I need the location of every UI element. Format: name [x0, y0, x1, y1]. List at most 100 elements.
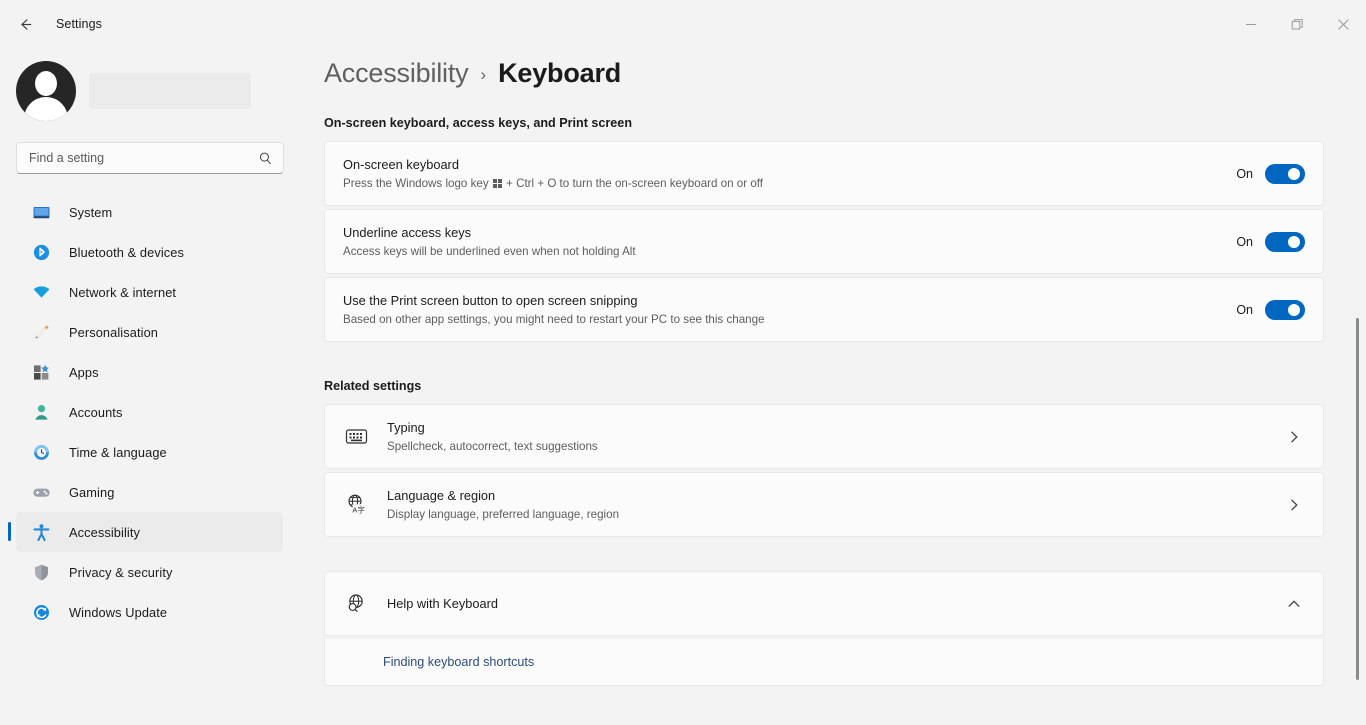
- setting-row-underline-access-keys: Underline access keys Access keys will b…: [324, 209, 1324, 274]
- close-icon: [1337, 18, 1350, 31]
- setting-description: Based on other app settings, you might n…: [343, 312, 1236, 327]
- gamepad-icon: [30, 481, 52, 503]
- sidebar-item-accounts[interactable]: Accounts: [16, 392, 283, 432]
- sidebar-item-system[interactable]: System: [16, 192, 283, 232]
- toggle-state-label: On: [1236, 167, 1253, 181]
- setting-texts: Underline access keys Access keys will b…: [343, 224, 1236, 259]
- setting-title: Underline access keys: [343, 224, 1236, 241]
- breadcrumb: Accessibility › Keyboard: [316, 48, 1366, 89]
- underline-access-keys-toggle[interactable]: [1265, 232, 1305, 252]
- related-description: Spellcheck, autocorrect, text suggestion…: [387, 439, 1283, 454]
- search-icon: [258, 151, 273, 166]
- setting-row-print-screen-snipping: Use the Print screen button to open scre…: [324, 277, 1324, 342]
- accessibility-icon: [30, 521, 52, 543]
- windows-logo-key-icon: [493, 179, 502, 188]
- breadcrumb-parent[interactable]: Accessibility: [324, 58, 468, 89]
- related-texts: Language & region Display language, pref…: [387, 487, 1283, 522]
- keyboard-icon: [339, 420, 373, 454]
- help-link-label[interactable]: Finding keyboard shortcuts: [383, 655, 534, 669]
- sidebar-item-label: Network & internet: [69, 285, 176, 300]
- bluetooth-icon: [30, 241, 52, 263]
- profile-section[interactable]: [0, 48, 316, 124]
- sidebar-item-label: Bluetooth & devices: [69, 245, 184, 260]
- related-title: Language & region: [387, 487, 1283, 504]
- page-title: Keyboard: [498, 58, 621, 89]
- svg-text:字: 字: [357, 506, 364, 515]
- setting-description-before: Press the Windows logo key: [343, 177, 492, 190]
- chevron-right-icon: [1283, 430, 1305, 444]
- update-icon: [30, 601, 52, 623]
- setting-row-on-screen-keyboard: On-screen keyboard Press the Windows log…: [324, 141, 1324, 206]
- section-heading-onscreen-keyboard: On-screen keyboard, access keys, and Pri…: [324, 116, 1366, 130]
- profile-name-redacted: [89, 73, 251, 109]
- search-input[interactable]: [29, 151, 258, 165]
- minimize-icon: [1245, 18, 1257, 30]
- restore-icon: [1291, 18, 1304, 31]
- settings-window: Settings: [0, 0, 1366, 725]
- setting-texts: Use the Print screen button to open scre…: [343, 292, 1236, 327]
- sidebar-item-label: Gaming: [69, 485, 114, 500]
- sidebar: System Bluetooth & devices Network: [0, 48, 316, 725]
- language-icon: A 字: [339, 488, 373, 522]
- sidebar-item-label: System: [69, 205, 112, 220]
- sidebar-item-privacy-security[interactable]: Privacy & security: [16, 552, 283, 592]
- chevron-up-icon: [1283, 598, 1305, 610]
- toggle-state-label: On: [1236, 235, 1253, 249]
- toggle-group: On: [1236, 232, 1305, 252]
- person-icon: [30, 401, 52, 423]
- setting-description: Press the Windows logo key + Ctrl + O to…: [343, 176, 1236, 191]
- wifi-icon: [30, 281, 52, 303]
- title-bar: Settings: [0, 0, 1366, 48]
- brush-icon: [30, 321, 52, 343]
- window-title: Settings: [56, 17, 102, 31]
- monitor-icon: [30, 201, 52, 223]
- sidebar-item-label: Windows Update: [69, 605, 167, 620]
- help-link-row[interactable]: Finding keyboard shortcuts: [324, 639, 1324, 686]
- help-texts: Help with Keyboard: [387, 595, 1283, 612]
- setting-title: On-screen keyboard: [343, 156, 1236, 173]
- sidebar-item-windows-update[interactable]: Windows Update: [16, 592, 283, 632]
- sidebar-item-time-language[interactable]: Time & language: [16, 432, 283, 472]
- restore-button[interactable]: [1274, 0, 1320, 48]
- setting-description: Access keys will be underlined even when…: [343, 244, 1236, 259]
- breadcrumb-separator: ›: [480, 65, 486, 85]
- sidebar-item-gaming[interactable]: Gaming: [16, 472, 283, 512]
- related-texts: Typing Spellcheck, autocorrect, text sug…: [387, 419, 1283, 454]
- toggle-group: On: [1236, 300, 1305, 320]
- clock-icon: [30, 441, 52, 463]
- related-row-language-region[interactable]: A 字 Language & region Display language, …: [324, 472, 1324, 537]
- apps-icon: [30, 361, 52, 383]
- window-controls: [1228, 0, 1366, 48]
- sidebar-item-label: Apps: [69, 365, 99, 380]
- sidebar-item-personalisation[interactable]: Personalisation: [16, 312, 283, 352]
- content-scrollbar[interactable]: [1356, 318, 1359, 680]
- toggle-state-label: On: [1236, 303, 1253, 317]
- setting-description-after: + Ctrl + O to turn the on-screen keyboar…: [503, 177, 763, 190]
- main-content: Accessibility › Keyboard On-screen keybo…: [316, 48, 1366, 725]
- sidebar-item-bluetooth-devices[interactable]: Bluetooth & devices: [16, 232, 283, 272]
- sidebar-item-label: Privacy & security: [69, 565, 173, 580]
- on-screen-keyboard-toggle[interactable]: [1265, 164, 1305, 184]
- sidebar-item-label: Accessibility: [69, 525, 140, 540]
- sidebar-item-apps[interactable]: Apps: [16, 352, 283, 392]
- help-globe-icon: [339, 587, 373, 621]
- close-button[interactable]: [1320, 0, 1366, 48]
- back-button[interactable]: [8, 9, 42, 39]
- help-with-keyboard-expander[interactable]: Help with Keyboard: [324, 571, 1324, 636]
- print-screen-snipping-toggle[interactable]: [1265, 300, 1305, 320]
- sidebar-item-accessibility[interactable]: Accessibility: [16, 512, 283, 552]
- related-description: Display language, preferred language, re…: [387, 507, 1283, 522]
- shield-icon: [30, 561, 52, 583]
- related-row-typing[interactable]: Typing Spellcheck, autocorrect, text sug…: [324, 404, 1324, 469]
- search-box[interactable]: [16, 142, 284, 174]
- section-heading-related-settings: Related settings: [324, 379, 1366, 393]
- avatar: [16, 61, 76, 121]
- minimize-button[interactable]: [1228, 0, 1274, 48]
- setting-title: Use the Print screen button to open scre…: [343, 292, 1236, 309]
- chevron-right-icon: [1283, 498, 1305, 512]
- sidebar-item-label: Personalisation: [69, 325, 158, 340]
- toggle-group: On: [1236, 164, 1305, 184]
- help-title: Help with Keyboard: [387, 595, 1283, 612]
- sidebar-item-network-internet[interactable]: Network & internet: [16, 272, 283, 312]
- sidebar-item-label: Accounts: [69, 405, 122, 420]
